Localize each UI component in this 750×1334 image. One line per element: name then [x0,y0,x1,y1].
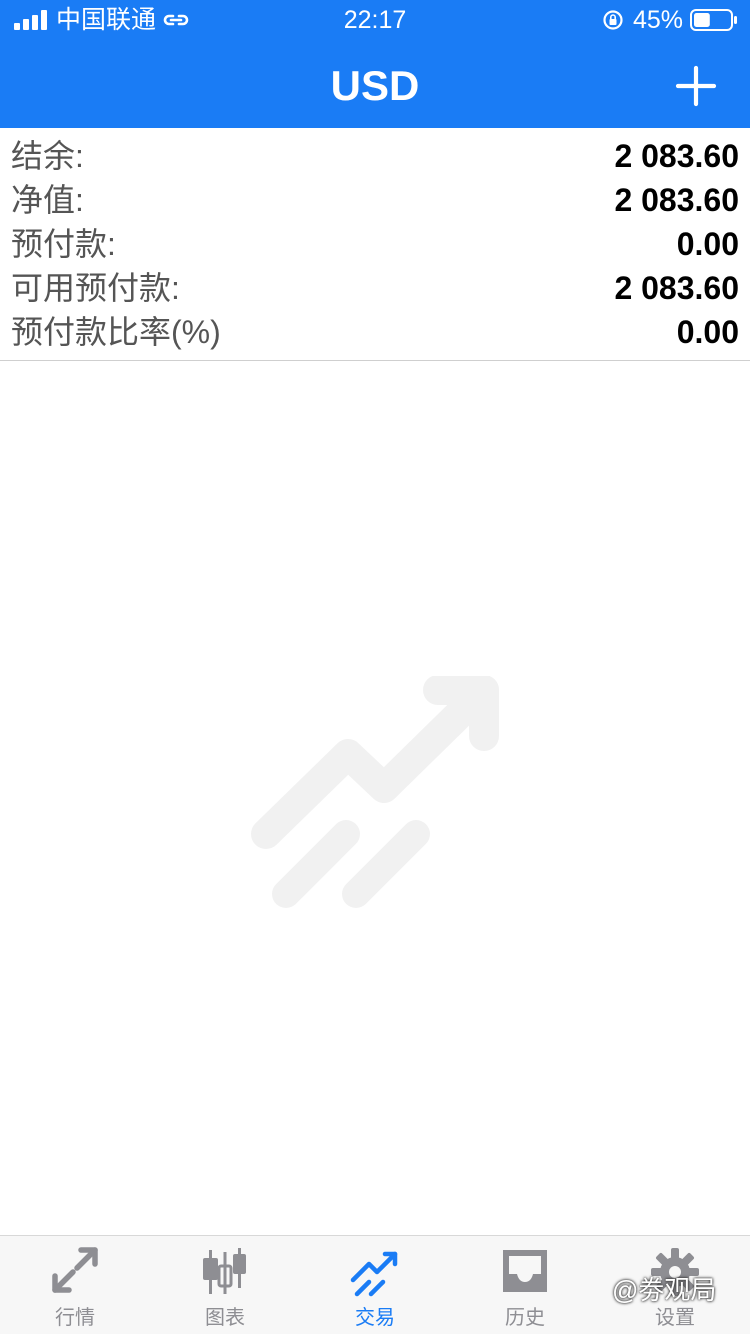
equity-value: 2 083.60 [614,182,739,218]
margin-value: 0.00 [676,226,739,262]
margin-label: 预付款: [11,226,116,262]
trade-screen: 中国联通 22:17 45% USD 结余: 2 083.60 净值: 2 08… [0,0,750,1334]
trade-icon [350,1251,398,1297]
summary-row-balance: 结余: 2 083.60 [0,134,750,178]
tab-label: 设置 [655,1307,695,1329]
tab-trade[interactable]: 交易 [300,1236,450,1334]
battery-percent: 45% [633,6,684,34]
tab-label: 历史 [505,1307,545,1329]
carrier-name: 中国联通 [56,6,157,34]
tab-settings[interactable]: 设置 [600,1236,750,1334]
battery-icon [690,9,737,31]
balance-label: 结余: [11,138,84,174]
plus-icon [675,65,717,107]
summary-row-margin-level: 预付款比率(%) 0.00 [0,310,750,354]
margin-level-label: 预付款比率(%) [11,314,221,350]
orientation-lock-icon [603,10,623,30]
tab-label: 行情 [55,1307,95,1329]
app-header: 中国联通 22:17 45% USD [0,0,750,128]
free-margin-value: 2 083.60 [614,270,739,306]
summary-divider [0,360,750,361]
tab-charts[interactable]: 图表 [150,1236,300,1334]
history-inbox-icon [503,1250,547,1292]
status-bar: 中国联通 22:17 45% [0,0,750,40]
tab-label: 图表 [205,1307,245,1329]
tab-history[interactable]: 历史 [450,1236,600,1334]
signal-icon [14,10,47,30]
tab-quotes[interactable]: 行情 [0,1236,150,1334]
trade-arrow-icon [251,676,499,908]
summary-row-margin: 预付款: 0.00 [0,222,750,266]
candlestick-chart-icon [203,1248,246,1294]
tab-bar: 行情 图表 交易 历史 设置 [0,1235,750,1334]
add-button[interactable] [666,58,726,114]
summary-row-equity: 净值: 2 083.60 [0,178,750,222]
page-title: USD [330,62,420,109]
free-margin-label: 可用预付款: [11,270,180,306]
quotes-icon [52,1247,98,1293]
balance-value: 2 083.60 [614,138,739,174]
equity-label: 净值: [11,182,84,218]
margin-level-value: 0.00 [676,314,739,350]
tab-label: 交易 [355,1307,395,1329]
link-icon [163,14,189,26]
gear-icon [651,1248,699,1296]
summary-row-free-margin: 可用预付款: 2 083.60 [0,266,750,310]
account-summary: 结余: 2 083.60 净值: 2 083.60 预付款: 0.00 可用预付… [0,134,750,354]
